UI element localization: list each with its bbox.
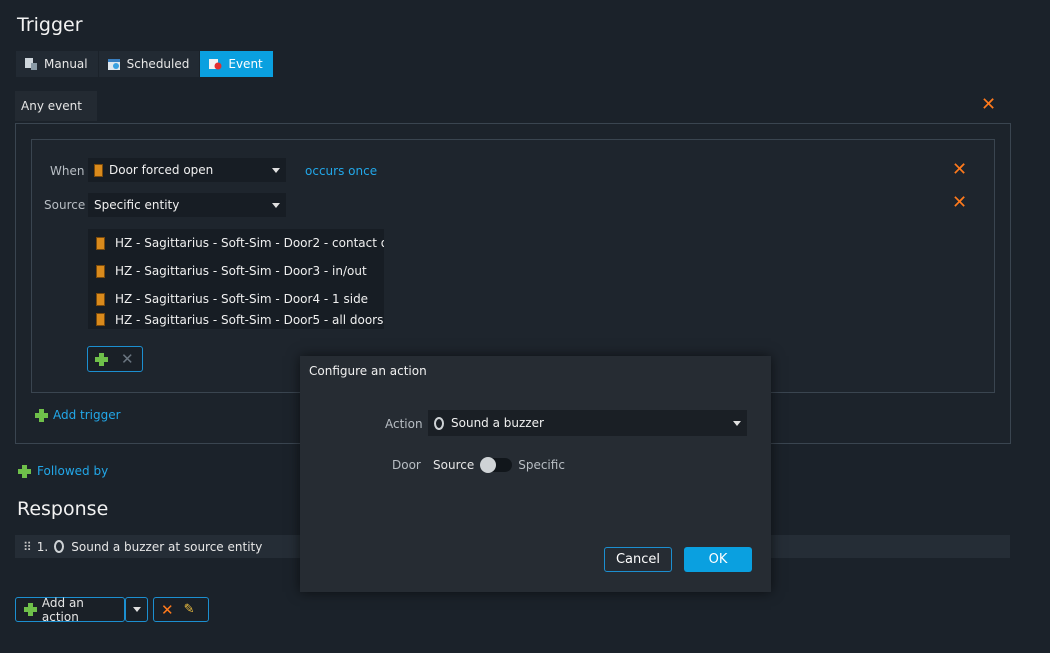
occurs-link[interactable]: occurs once — [305, 164, 377, 178]
dialog-title: Configure an action — [309, 364, 427, 378]
remove-source-icon[interactable]: ✕ — [952, 194, 967, 212]
tab-scheduled[interactable]: Scheduled — [98, 51, 201, 77]
entity-name: HZ - Sagittarius - Soft-Sim - Door2 - co… — [115, 236, 384, 250]
door-source-toggle-group: Source Specific — [433, 457, 565, 473]
tab-manual-label: Manual — [44, 57, 88, 71]
buzzer-icon — [54, 540, 65, 553]
add-action-dropdown-button[interactable] — [125, 597, 148, 622]
delete-action-icon[interactable]: ✕ — [161, 601, 174, 619]
chevron-down-icon — [272, 167, 280, 173]
drag-handle-icon[interactable]: ⠿ — [23, 540, 32, 554]
response-heading: Response — [17, 498, 109, 520]
chevron-down-icon — [733, 420, 741, 426]
chevron-down-icon — [132, 607, 141, 612]
trigger-heading: Trigger — [17, 14, 83, 36]
entity-edit-buttons: ✕ — [87, 346, 143, 372]
when-label: When — [50, 164, 85, 178]
list-item[interactable]: HZ - Sagittarius - Soft-Sim - Door5 - al… — [88, 313, 384, 329]
chevron-down-icon — [272, 202, 280, 208]
door-icon — [94, 163, 103, 177]
remove-entity-icon[interactable]: ✕ — [121, 350, 134, 368]
followed-by-button[interactable]: Followed by — [18, 464, 108, 478]
remove-event-icon[interactable]: ✕ — [981, 96, 996, 114]
tab-event-label: Event — [228, 57, 263, 71]
add-entity-icon[interactable] — [95, 352, 108, 366]
source-label: Source — [44, 198, 86, 212]
list-item[interactable]: HZ - Sagittarius - Soft-Sim - Door3 - in… — [88, 257, 384, 285]
pencil-icon[interactable]: ✎ — [184, 602, 195, 617]
remove-when-icon[interactable]: ✕ — [952, 161, 967, 179]
event-icon — [209, 59, 222, 70]
entity-name: HZ - Sagittarius - Soft-Sim - Door5 - al… — [115, 313, 384, 327]
entity-name: HZ - Sagittarius - Soft-Sim - Door3 - in… — [115, 264, 367, 278]
door-icon — [96, 264, 105, 278]
action-label: Action — [385, 417, 423, 431]
add-trigger-button[interactable]: Add trigger — [35, 408, 121, 422]
when-dropdown-value: Door forced open — [109, 163, 214, 177]
toggle-knob — [480, 457, 497, 473]
cancel-button[interactable]: Cancel — [604, 547, 672, 572]
source-dropdown-value: Specific entity — [94, 198, 180, 212]
tab-manual[interactable]: Manual — [16, 51, 99, 77]
configure-action-dialog: Configure an action Action Sound a buzze… — [300, 356, 771, 592]
response-text: Sound a buzzer at source entity — [71, 539, 263, 554]
when-dropdown[interactable]: Door forced open — [88, 158, 286, 182]
response-edit-buttons: ✕ ✎ — [153, 597, 209, 622]
trigger-type-tabs: Manual Scheduled Event — [16, 51, 274, 77]
door-icon — [96, 292, 105, 306]
buzzer-icon — [434, 416, 444, 430]
entity-list: HZ - Sagittarius - Soft-Sim - Door2 - co… — [88, 229, 384, 329]
door-icon — [96, 313, 105, 326]
toggle-left-label: Source — [433, 458, 475, 472]
plus-icon — [24, 603, 37, 616]
add-trigger-label: Add trigger — [53, 408, 121, 422]
tab-scheduled-label: Scheduled — [126, 57, 190, 71]
action-dropdown-value: Sound a buzzer — [451, 416, 544, 430]
plus-icon — [35, 408, 48, 422]
entity-name: HZ - Sagittarius - Soft-Sim - Door4 - 1 … — [115, 292, 369, 306]
ok-button[interactable]: OK — [684, 547, 752, 572]
list-item[interactable]: HZ - Sagittarius - Soft-Sim - Door2 - co… — [88, 229, 384, 257]
followed-by-label: Followed by — [37, 464, 109, 478]
door-icon — [96, 236, 105, 250]
source-specific-toggle[interactable] — [480, 457, 513, 473]
calendar-icon — [107, 59, 120, 70]
source-dropdown[interactable]: Specific entity — [88, 193, 286, 217]
action-dropdown[interactable]: Sound a buzzer — [428, 410, 747, 436]
plus-icon — [18, 464, 31, 478]
event-group-label: Any event — [15, 91, 97, 121]
toggle-right-label: Specific — [518, 458, 565, 472]
response-number: 1. — [36, 539, 49, 554]
add-action-button[interactable]: Add an action — [15, 595, 125, 624]
add-action-label: Add an action — [41, 595, 84, 624]
manual-icon — [25, 58, 37, 70]
tab-event[interactable]: Event — [200, 51, 274, 77]
list-item[interactable]: HZ - Sagittarius - Soft-Sim - Door4 - 1 … — [88, 285, 384, 313]
door-label: Door — [392, 458, 421, 472]
